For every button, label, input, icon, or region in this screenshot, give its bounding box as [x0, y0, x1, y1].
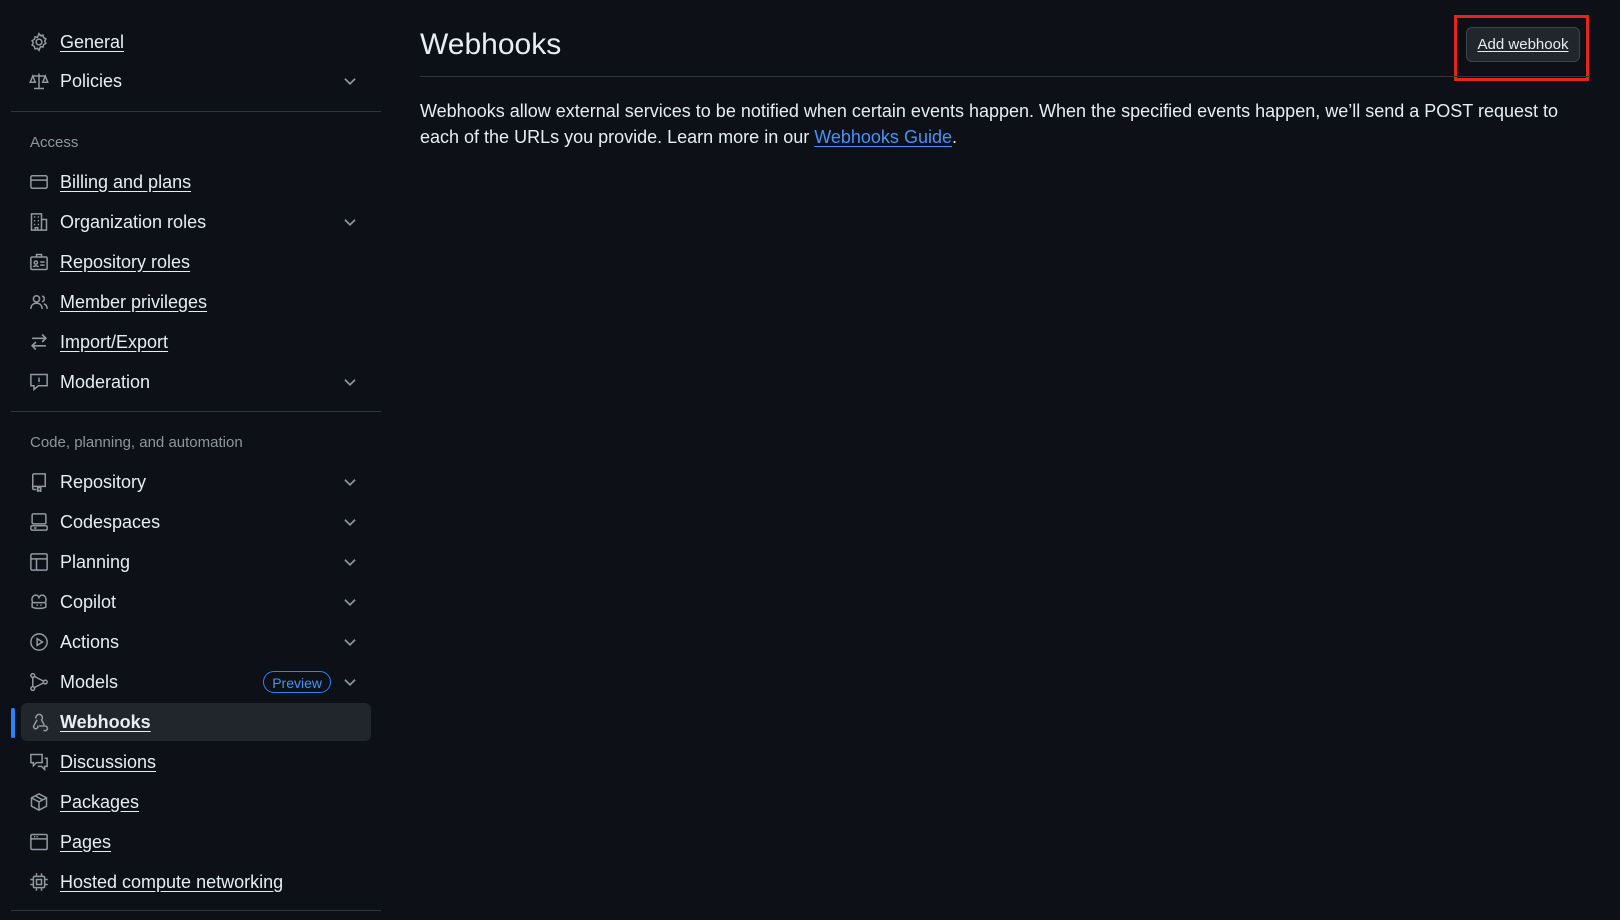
- chevron-down-icon[interactable]: [341, 673, 359, 691]
- chevron-down-icon[interactable]: [341, 473, 359, 491]
- sidebar-item-label: Member privileges: [60, 291, 208, 312]
- package-icon: [29, 792, 49, 812]
- sidebar-item-webhooks[interactable]: Webhooks: [21, 703, 371, 741]
- main-content: Webhooks Add webhook Webhooks allow exte…: [420, 0, 1590, 920]
- repo-icon: [29, 472, 49, 492]
- sidebar-item-policies[interactable]: Policies: [21, 62, 371, 100]
- add-webhook-button[interactable]: Add webhook: [1466, 27, 1580, 62]
- sidebar-item-repository[interactable]: Repository: [21, 463, 371, 501]
- sidebar-item-pages[interactable]: Pages: [21, 823, 371, 861]
- sidebar-item-repository-roles[interactable]: Repository roles: [21, 243, 371, 281]
- arrow-switch-icon: [29, 332, 49, 352]
- chevron-down-icon[interactable]: [341, 553, 359, 571]
- sidebar-section-heading-access: Access: [30, 134, 79, 151]
- sidebar-item-general[interactable]: General: [21, 23, 371, 61]
- sidebar-item-label: Pages: [60, 831, 112, 852]
- webhook-icon: [29, 712, 49, 732]
- title-divider: [420, 76, 1590, 77]
- settings-sidebar: General Policies Access Billing and plan…: [0, 0, 392, 920]
- sidebar-item-label: General: [60, 31, 125, 52]
- sidebar-item-label: Webhooks: [60, 711, 151, 732]
- law-icon: [29, 71, 49, 91]
- sidebar-item-models[interactable]: Models Preview: [21, 663, 371, 701]
- browser-icon: [29, 832, 49, 852]
- chevron-down-icon[interactable]: [341, 213, 359, 231]
- chevron-down-icon[interactable]: [341, 633, 359, 651]
- models-icon: [29, 672, 49, 692]
- sidebar-item-packages[interactable]: Packages: [21, 783, 371, 821]
- sidebar-item-label: Moderation: [60, 371, 151, 392]
- codespaces-icon: [29, 512, 49, 532]
- sidebar-section-heading-code: Code, planning, and automation: [30, 434, 243, 451]
- sidebar-item-import-export[interactable]: Import/Export: [21, 323, 371, 361]
- sidebar-item-label: Repository: [60, 471, 147, 492]
- description-end: .: [951, 127, 957, 147]
- sidebar-item-actions[interactable]: Actions: [21, 623, 371, 661]
- chevron-down-icon[interactable]: [341, 373, 359, 391]
- credit-card-icon: [29, 172, 49, 192]
- sidebar-item-label: Organization roles: [60, 211, 207, 232]
- chevron-down-icon[interactable]: [341, 72, 359, 90]
- sidebar-item-billing-and-plans[interactable]: Billing and plans: [21, 163, 371, 201]
- webhooks-description: Webhooks allow external services to be n…: [420, 98, 1590, 150]
- sidebar-item-label: Copilot: [60, 591, 117, 612]
- active-indicator: [11, 708, 15, 738]
- page-title: Webhooks: [420, 28, 562, 61]
- gear-icon: [29, 32, 49, 52]
- sidebar-item-organization-roles[interactable]: Organization roles: [21, 203, 371, 241]
- sidebar-item-label: Import/Export: [60, 331, 169, 352]
- webhooks-guide-link[interactable]: Webhooks Guide: [814, 127, 952, 147]
- report-icon: [29, 372, 49, 392]
- sidebar-item-label: Repository roles: [60, 251, 191, 272]
- sidebar-item-label: Models: [60, 671, 119, 692]
- sidebar-item-label: Hosted compute networking: [60, 871, 284, 892]
- comment-discussion-icon: [29, 752, 49, 772]
- app-window: General Policies Access Billing and plan…: [0, 0, 1620, 920]
- people-icon: [29, 292, 49, 312]
- sidebar-divider: [11, 411, 381, 412]
- sidebar-item-label: Discussions: [60, 751, 157, 772]
- sidebar-item-copilot[interactable]: Copilot: [21, 583, 371, 621]
- sidebar-item-hosted-compute-networking[interactable]: Hosted compute networking: [21, 863, 371, 901]
- description-text: Webhooks allow external services to be n…: [420, 101, 1559, 147]
- play-icon: [29, 632, 49, 652]
- chevron-down-icon[interactable]: [341, 513, 359, 531]
- table-icon: [29, 552, 49, 572]
- id-badge-icon: [29, 252, 49, 272]
- sidebar-item-label: Codespaces: [60, 511, 161, 532]
- sidebar-divider: [11, 111, 381, 112]
- sidebar-item-label: Policies: [60, 70, 123, 91]
- sidebar-item-planning[interactable]: Planning: [21, 543, 371, 581]
- sidebar-item-label: Actions: [60, 631, 120, 652]
- sidebar-item-moderation[interactable]: Moderation: [21, 363, 371, 401]
- sidebar-item-discussions[interactable]: Discussions: [21, 743, 371, 781]
- sidebar-item-codespaces[interactable]: Codespaces: [21, 503, 371, 541]
- sidebar-divider: [11, 910, 381, 911]
- chevron-down-icon[interactable]: [341, 593, 359, 611]
- cpu-icon: [29, 872, 49, 892]
- organization-icon: [29, 212, 49, 232]
- sidebar-item-label: Billing and plans: [60, 171, 192, 192]
- preview-badge: Preview: [263, 671, 331, 693]
- copilot-icon: [29, 592, 49, 612]
- sidebar-item-label: Planning: [60, 551, 131, 572]
- sidebar-item-label: Packages: [60, 791, 140, 812]
- sidebar-item-member-privileges[interactable]: Member privileges: [21, 283, 371, 321]
